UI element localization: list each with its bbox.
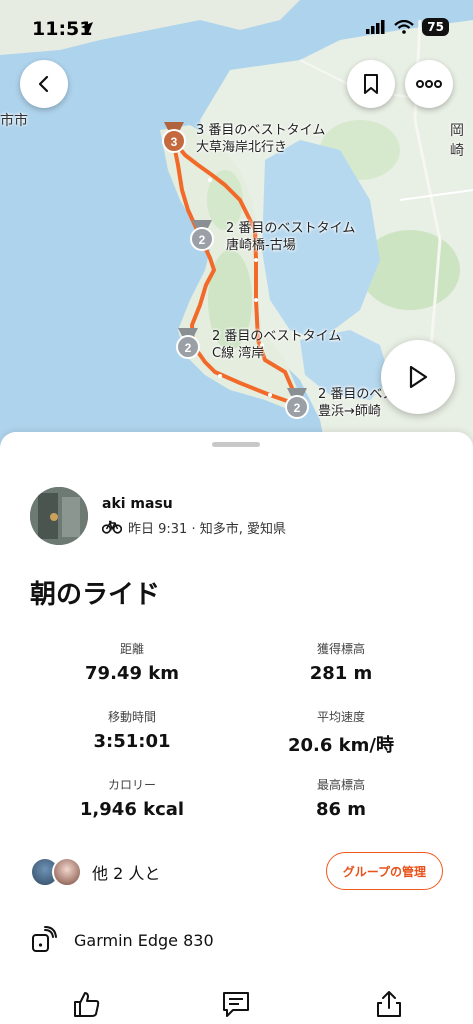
activity-meta: 昨日 9:31 · 知多市, 愛知県 (102, 518, 286, 537)
avatar[interactable] (30, 487, 88, 545)
device-name: Garmin Edge 830 (74, 930, 214, 950)
segment-rank-1: 3 番目のベストタイム (196, 123, 326, 138)
svg-text:3: 3 (171, 135, 178, 149)
share-icon (377, 991, 401, 1017)
route-map[interactable]: 市市 岡崎 3 3 番目のベストタイム 大草海岸北行き 2 2 番目のベストタイ… (0, 0, 473, 470)
svg-text:2: 2 (199, 233, 206, 247)
activity-meta-text: 昨日 9:31 · 知多市, 愛知県 (128, 521, 286, 537)
stat-distance: 距離 79.49 km (32, 640, 232, 684)
play-icon (409, 365, 428, 389)
segment-name-3: C線 湾岸 (212, 346, 265, 361)
stat-value: 86 m (315, 799, 367, 820)
bookmark-button[interactable] (347, 60, 395, 108)
device-row: Garmin Edge 830 (30, 926, 214, 954)
athlete-name[interactable]: aki masu (102, 496, 286, 512)
battery-indicator: 75 (422, 18, 449, 36)
stat-label: 最高標高 (316, 778, 365, 792)
segment-name-2: 唐崎橋-古場 (226, 238, 296, 253)
segment-rank-3: 2 番目のベストタイム (212, 329, 342, 344)
segment-label-3[interactable]: 2 番目のベストタイム C線 湾岸 (212, 328, 341, 362)
activity-sheet: aki masu 昨日 9:31 · 知多市, 愛知県 朝のライド 距離 79.… (0, 432, 473, 1024)
segment-label-1[interactable]: 3 番目のベストタイム 大草海岸北行き (196, 122, 325, 156)
status-bar: 11:51 75 (0, 0, 473, 56)
stat-avg-speed: 平均速度 20.6 km/時 (241, 708, 441, 757)
action-bar (0, 988, 473, 1024)
bike-icon (102, 520, 122, 534)
stat-value: 20.6 km/時 (288, 735, 394, 756)
map-place-right: 岡崎 (450, 123, 464, 159)
stat-label: 平均速度 (316, 710, 365, 724)
back-icon (38, 75, 49, 93)
stat-calories: カロリー 1,946 kcal (32, 776, 232, 820)
share-button[interactable] (373, 988, 405, 1020)
location-arrow-icon (81, 22, 93, 34)
stat-value: 1,946 kcal (79, 799, 185, 820)
svg-text:2: 2 (185, 341, 192, 355)
more-icon (416, 80, 442, 88)
medal-2-icon[interactable]: 2 (283, 386, 311, 420)
stat-label: 獲得標高 (316, 642, 365, 656)
activity-title: 朝のライド (30, 580, 161, 610)
segment-label-2[interactable]: 2 番目のベストタイム 唐崎橋-古場 (226, 220, 355, 254)
stat-elevation-gain: 獲得標高 281 m (241, 640, 441, 684)
status-icons: 75 (366, 18, 449, 36)
svg-text:2: 2 (294, 401, 301, 415)
group-row[interactable]: 他 2 人と グループの管理 (30, 852, 443, 892)
manage-group-button[interactable]: グループの管理 (325, 852, 443, 890)
bookmark-icon (364, 74, 378, 94)
like-icon (74, 992, 100, 1017)
medal-3-icon[interactable]: 3 (160, 120, 188, 154)
back-button[interactable] (20, 60, 68, 108)
segment-name-1: 大草海岸北行き (196, 140, 288, 155)
stat-max-elevation: 最高標高 86 m (241, 776, 441, 820)
device-icon (32, 926, 57, 952)
comment-button[interactable] (220, 988, 252, 1020)
stat-label: 移動時間 (107, 710, 156, 724)
sheet-handle[interactable] (212, 442, 260, 447)
comment-icon (223, 992, 249, 1017)
medal-2-icon[interactable]: 2 (174, 326, 202, 360)
stat-value: 79.49 km (85, 663, 179, 684)
stat-moving-time: 移動時間 3:51:01 (32, 708, 232, 752)
athlete-header[interactable]: aki masu 昨日 9:31 · 知多市, 愛知県 (30, 487, 286, 545)
more-button[interactable] (405, 60, 453, 108)
stat-label: 距離 (119, 642, 144, 656)
medal-2-icon[interactable]: 2 (188, 218, 216, 252)
stat-value: 281 m (309, 663, 373, 684)
group-avatar (52, 857, 82, 887)
signal-icon (366, 20, 385, 34)
wifi-icon (394, 20, 415, 34)
segment-rank-2: 2 番目のベストタイム (226, 221, 356, 236)
avatar-photo (30, 487, 88, 545)
group-text: 他 2 人と (92, 864, 161, 883)
flyover-play-button[interactable] (381, 340, 455, 414)
stat-label: カロリー (107, 778, 156, 792)
stat-value: 3:51:01 (93, 731, 171, 752)
like-button[interactable] (70, 988, 102, 1020)
map-place-left: 市市 (0, 113, 28, 129)
